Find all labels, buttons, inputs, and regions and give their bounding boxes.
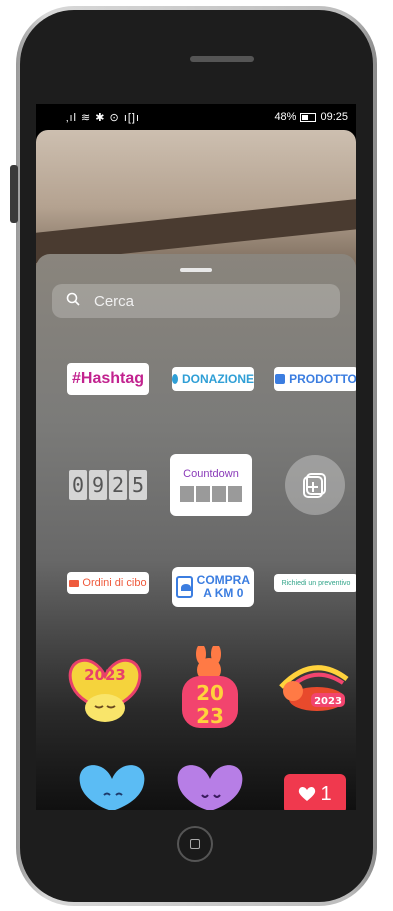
side-button: [10, 165, 18, 223]
sticker-dog-2023[interactable]: 2023: [273, 657, 353, 722]
donation-icon: [172, 374, 178, 384]
sticker-preventivo-label: Richiedi un preventivo: [281, 579, 351, 587]
add-photo-sticker-button[interactable]: [285, 455, 345, 515]
add-photo-sticker-icon: [303, 473, 326, 498]
drag-handle[interactable]: [180, 268, 212, 272]
sticker-ordini-cibo[interactable]: Ordini di cibo: [67, 572, 149, 594]
sticker-heart-2023[interactable]: 2023: [63, 646, 147, 735]
status-icons: ‚ıl ≋ ✱ ⊙ ı[]ı: [66, 112, 141, 124]
battery-icon: [300, 112, 317, 122]
time-digit: 0: [69, 470, 87, 500]
time-digit: 2: [109, 470, 127, 500]
sticker-time[interactable]: 0 9 2 5: [65, 467, 151, 503]
sticker-countdown[interactable]: Countdown: [170, 454, 252, 516]
time-digit: 9: [89, 470, 107, 500]
search-bar[interactable]: [52, 284, 340, 318]
camera-preview: [36, 130, 356, 270]
year-label: 2023: [84, 666, 126, 684]
sticker-like-count[interactable]: 1: [284, 774, 346, 810]
sticker-ordini-label: Ordini di cibo: [82, 577, 147, 589]
time-digit: 5: [129, 470, 147, 500]
sticker-prodotto[interactable]: PRODOTTO: [274, 367, 356, 391]
svg-text:2023: 2023: [314, 696, 342, 707]
home-button[interactable]: [177, 826, 213, 862]
screen: ‚ıl ≋ ✱ ⊙ ı[]ı 48% 09:25 #Hashtag DONAZI…: [36, 104, 356, 810]
sticker-hashtag[interactable]: #Hashtag: [67, 363, 149, 395]
status-right: 48% 09:25: [274, 111, 348, 123]
sticker-countdown-label: Countdown: [183, 468, 239, 480]
sticker-compra-label: COMPRA A KM 0: [197, 574, 250, 600]
shopping-bag-heart-icon: [176, 576, 193, 598]
sticker-bunny-2023[interactable]: 20 23: [176, 644, 244, 735]
sticker-donazione[interactable]: DONAZIONE: [172, 367, 254, 391]
home-button-icon: [190, 839, 200, 849]
sticker-blue-heart-face[interactable]: [76, 759, 148, 810]
sticker-donazione-label: DONAZIONE: [182, 372, 254, 386]
earpiece: [190, 56, 254, 62]
sticker-preventivo[interactable]: Richiedi un preventivo: [274, 574, 356, 592]
delivery-truck-icon: [69, 579, 80, 587]
sticker-tray[interactable]: #Hashtag DONAZIONE PRODOTTO 0 9 2 5 Coun…: [36, 254, 356, 810]
heart-icon: [299, 787, 316, 801]
shopping-bag-icon: [275, 374, 286, 384]
countdown-boxes: [180, 486, 242, 502]
search-input[interactable]: [92, 291, 316, 311]
sticker-prodotto-label: PRODOTTO: [289, 372, 356, 386]
battery-percent: 48%: [274, 111, 297, 123]
sticker-purple-heart-face[interactable]: [174, 759, 246, 810]
sticker-hashtag-label: #Hashtag: [71, 370, 145, 387]
sticker-compra-km0[interactable]: COMPRA A KM 0: [172, 567, 254, 607]
compra-line-2: A KM 0: [203, 586, 244, 600]
svg-text:20: 20: [196, 681, 224, 705]
like-count: 1: [320, 782, 332, 805]
clock: 09:25: [320, 111, 348, 123]
compra-line-1: COMPRA: [196, 573, 250, 587]
search-icon: [66, 292, 86, 310]
status-bar: ‚ıl ≋ ✱ ⊙ ı[]ı 48% 09:25: [36, 104, 356, 130]
svg-text:23: 23: [196, 704, 224, 728]
